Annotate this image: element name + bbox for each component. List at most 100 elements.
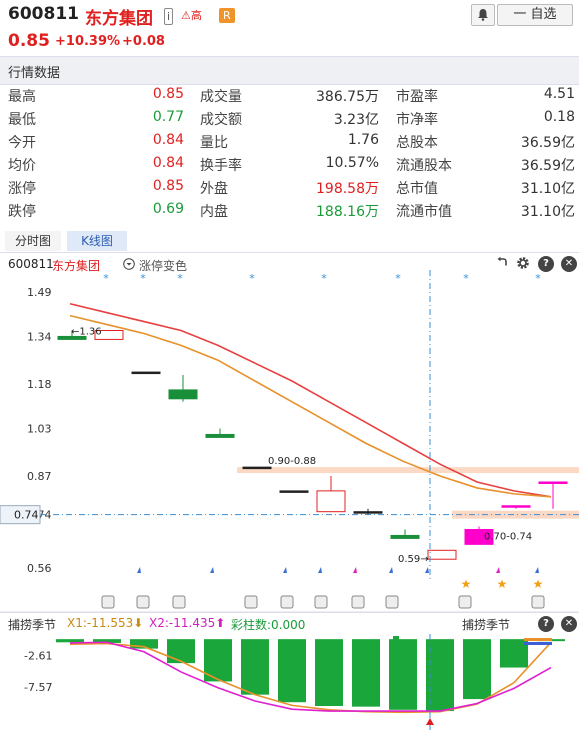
help-icon[interactable]: ? bbox=[538, 616, 554, 632]
quote-label: 量比 bbox=[200, 135, 228, 151]
indicator-title-right[interactable]: 捕捞季节 bbox=[462, 616, 510, 633]
quote-row: 最高 0.85 成交量 386.75万 市盈率 4.51 bbox=[0, 84, 579, 107]
quote-label: 今开 bbox=[8, 135, 36, 151]
quote-value: 4.51 bbox=[543, 86, 575, 102]
kline-chart[interactable]: 1.491.341.181.030.870.740.560.74←1.360.9… bbox=[0, 270, 579, 612]
indicator-bar bbox=[278, 639, 306, 703]
indicator-title[interactable]: 捕捞季节 bbox=[8, 616, 56, 633]
event-chip-icon bbox=[244, 595, 258, 609]
signal-flag bbox=[389, 567, 393, 573]
indicator-bar bbox=[500, 639, 528, 668]
quote-value: 3.23亿 bbox=[333, 112, 379, 128]
signal-flag bbox=[425, 567, 429, 573]
candle-body bbox=[279, 490, 309, 493]
y-tick-label: 1.34 bbox=[27, 330, 52, 343]
resistance-zone-label: 0.90-0.88 bbox=[268, 456, 316, 467]
quote-value: 188.16万 bbox=[316, 204, 379, 220]
x1-value: X1:-11.553⬇ bbox=[67, 616, 144, 630]
stock-header: 600811 东方集团 i ⚠高 R 0.85 +10.39% +0.08 一 … bbox=[0, 0, 579, 56]
event-chip-icon bbox=[136, 595, 150, 609]
quote-value: 1.76 bbox=[347, 132, 379, 148]
quote-label: 换手率 bbox=[200, 158, 242, 174]
signal-flag bbox=[210, 567, 214, 573]
candle-body bbox=[131, 371, 161, 375]
indicator-bar bbox=[463, 639, 491, 700]
quote-value: 0.85 bbox=[152, 86, 184, 102]
candle-body bbox=[538, 481, 568, 484]
star-marker: ★ bbox=[461, 577, 472, 591]
quote-value: 0.85 bbox=[152, 178, 184, 194]
crosshair-price-label: 0.74 bbox=[14, 509, 39, 522]
chart-tabs: 分时图 K线图 bbox=[0, 228, 579, 253]
star-marker: ★ bbox=[497, 577, 508, 591]
close-icon[interactable]: ✕ bbox=[561, 616, 577, 632]
event-chip-icon bbox=[385, 595, 399, 609]
tab-kline[interactable]: K线图 bbox=[67, 231, 127, 251]
change-percent: +10.39% bbox=[55, 34, 121, 49]
top-stack-orange bbox=[524, 638, 552, 641]
candle-body bbox=[242, 466, 272, 470]
r-tag[interactable]: R bbox=[219, 8, 235, 23]
candle-body bbox=[353, 511, 383, 514]
low-marker-label: 0.59→ bbox=[398, 554, 429, 565]
signal-flag bbox=[535, 567, 539, 573]
candle-body bbox=[427, 549, 457, 560]
buy-arrow-icon bbox=[426, 718, 434, 725]
current-price: 0.85 bbox=[8, 31, 50, 51]
candle-body bbox=[390, 534, 420, 539]
stock-name: 东方集团 bbox=[85, 9, 153, 29]
quote-value: 36.59亿 bbox=[520, 158, 575, 174]
change-amount: +0.08 bbox=[122, 34, 165, 49]
quote-value: 386.75万 bbox=[316, 89, 379, 105]
stock-code: 600811 bbox=[8, 4, 79, 24]
indicator-bar bbox=[56, 639, 84, 643]
quote-row: 最低 0.77 成交额 3.23亿 市净率 0.18 bbox=[0, 107, 579, 130]
add-watchlist-button[interactable]: 一 自选 bbox=[497, 4, 573, 26]
quote-label: 市盈率 bbox=[396, 89, 438, 105]
indicator-bar bbox=[315, 639, 343, 707]
quote-section-header: 行情数据 bbox=[0, 56, 579, 85]
top-stack-blue bbox=[524, 642, 552, 645]
indicator-bar: 捕捞季节 X1:-11.553⬇ X2:-11.435⬆ 彩柱数:0.000 捕… bbox=[0, 612, 579, 635]
quote-label: 流通市值 bbox=[396, 204, 452, 220]
risk-high-tag[interactable]: ⚠高 bbox=[179, 8, 204, 23]
y-tick-label: 0.56 bbox=[27, 562, 52, 575]
bar-count-value: 彩柱数:0.000 bbox=[231, 618, 306, 632]
signal-asterisk: * bbox=[177, 272, 183, 285]
indicator-y-tick: -2.61 bbox=[24, 650, 52, 663]
quote-value: 0.84 bbox=[152, 132, 184, 148]
quote-value: 36.59亿 bbox=[520, 135, 575, 151]
quote-row: 今开 0.84 量比 1.76 总股本 36.59亿 bbox=[0, 130, 579, 153]
candle-body bbox=[316, 490, 346, 513]
indicator-bar bbox=[352, 639, 380, 707]
quote-row: 跌停 0.69 内盘 188.16万 流通市值 31.10亿 bbox=[0, 199, 579, 222]
quote-value: 198.58万 bbox=[316, 181, 379, 197]
indicator-y-tick: -7.57 bbox=[24, 681, 52, 694]
quote-label: 市净率 bbox=[396, 112, 438, 128]
quote-label: 成交额 bbox=[200, 112, 242, 128]
quote-label: 跌停 bbox=[8, 204, 36, 220]
tab-timeshare[interactable]: 分时图 bbox=[5, 231, 61, 251]
quote-value: 0.69 bbox=[152, 201, 184, 217]
signal-flag bbox=[283, 567, 287, 573]
quote-row: 涨停 0.85 外盘 198.58万 总市值 31.10亿 bbox=[0, 176, 579, 199]
indicator-bar bbox=[389, 639, 417, 710]
info-tag[interactable]: i bbox=[164, 8, 174, 25]
quote-label: 涨停 bbox=[8, 181, 36, 197]
event-chip-icon bbox=[314, 595, 328, 609]
indicator-bar bbox=[167, 639, 195, 664]
candle-body bbox=[205, 433, 235, 438]
quote-value: 0.84 bbox=[152, 155, 184, 171]
quote-label: 总股本 bbox=[396, 135, 438, 151]
alert-button[interactable] bbox=[471, 4, 495, 26]
event-chip-icon bbox=[280, 595, 294, 609]
support-zone-label: 0.70-0.74 bbox=[484, 531, 532, 542]
bell-icon bbox=[478, 9, 488, 21]
signal-flag bbox=[318, 567, 322, 573]
event-chip-icon bbox=[458, 595, 472, 609]
y-tick-label: 1.49 bbox=[27, 286, 52, 299]
event-chip-icon bbox=[101, 595, 115, 609]
y-tick-label: 0.87 bbox=[27, 470, 52, 483]
indicator-chart[interactable]: -2.61 -7.57 bbox=[0, 634, 579, 730]
signal-asterisk: * bbox=[463, 272, 469, 285]
